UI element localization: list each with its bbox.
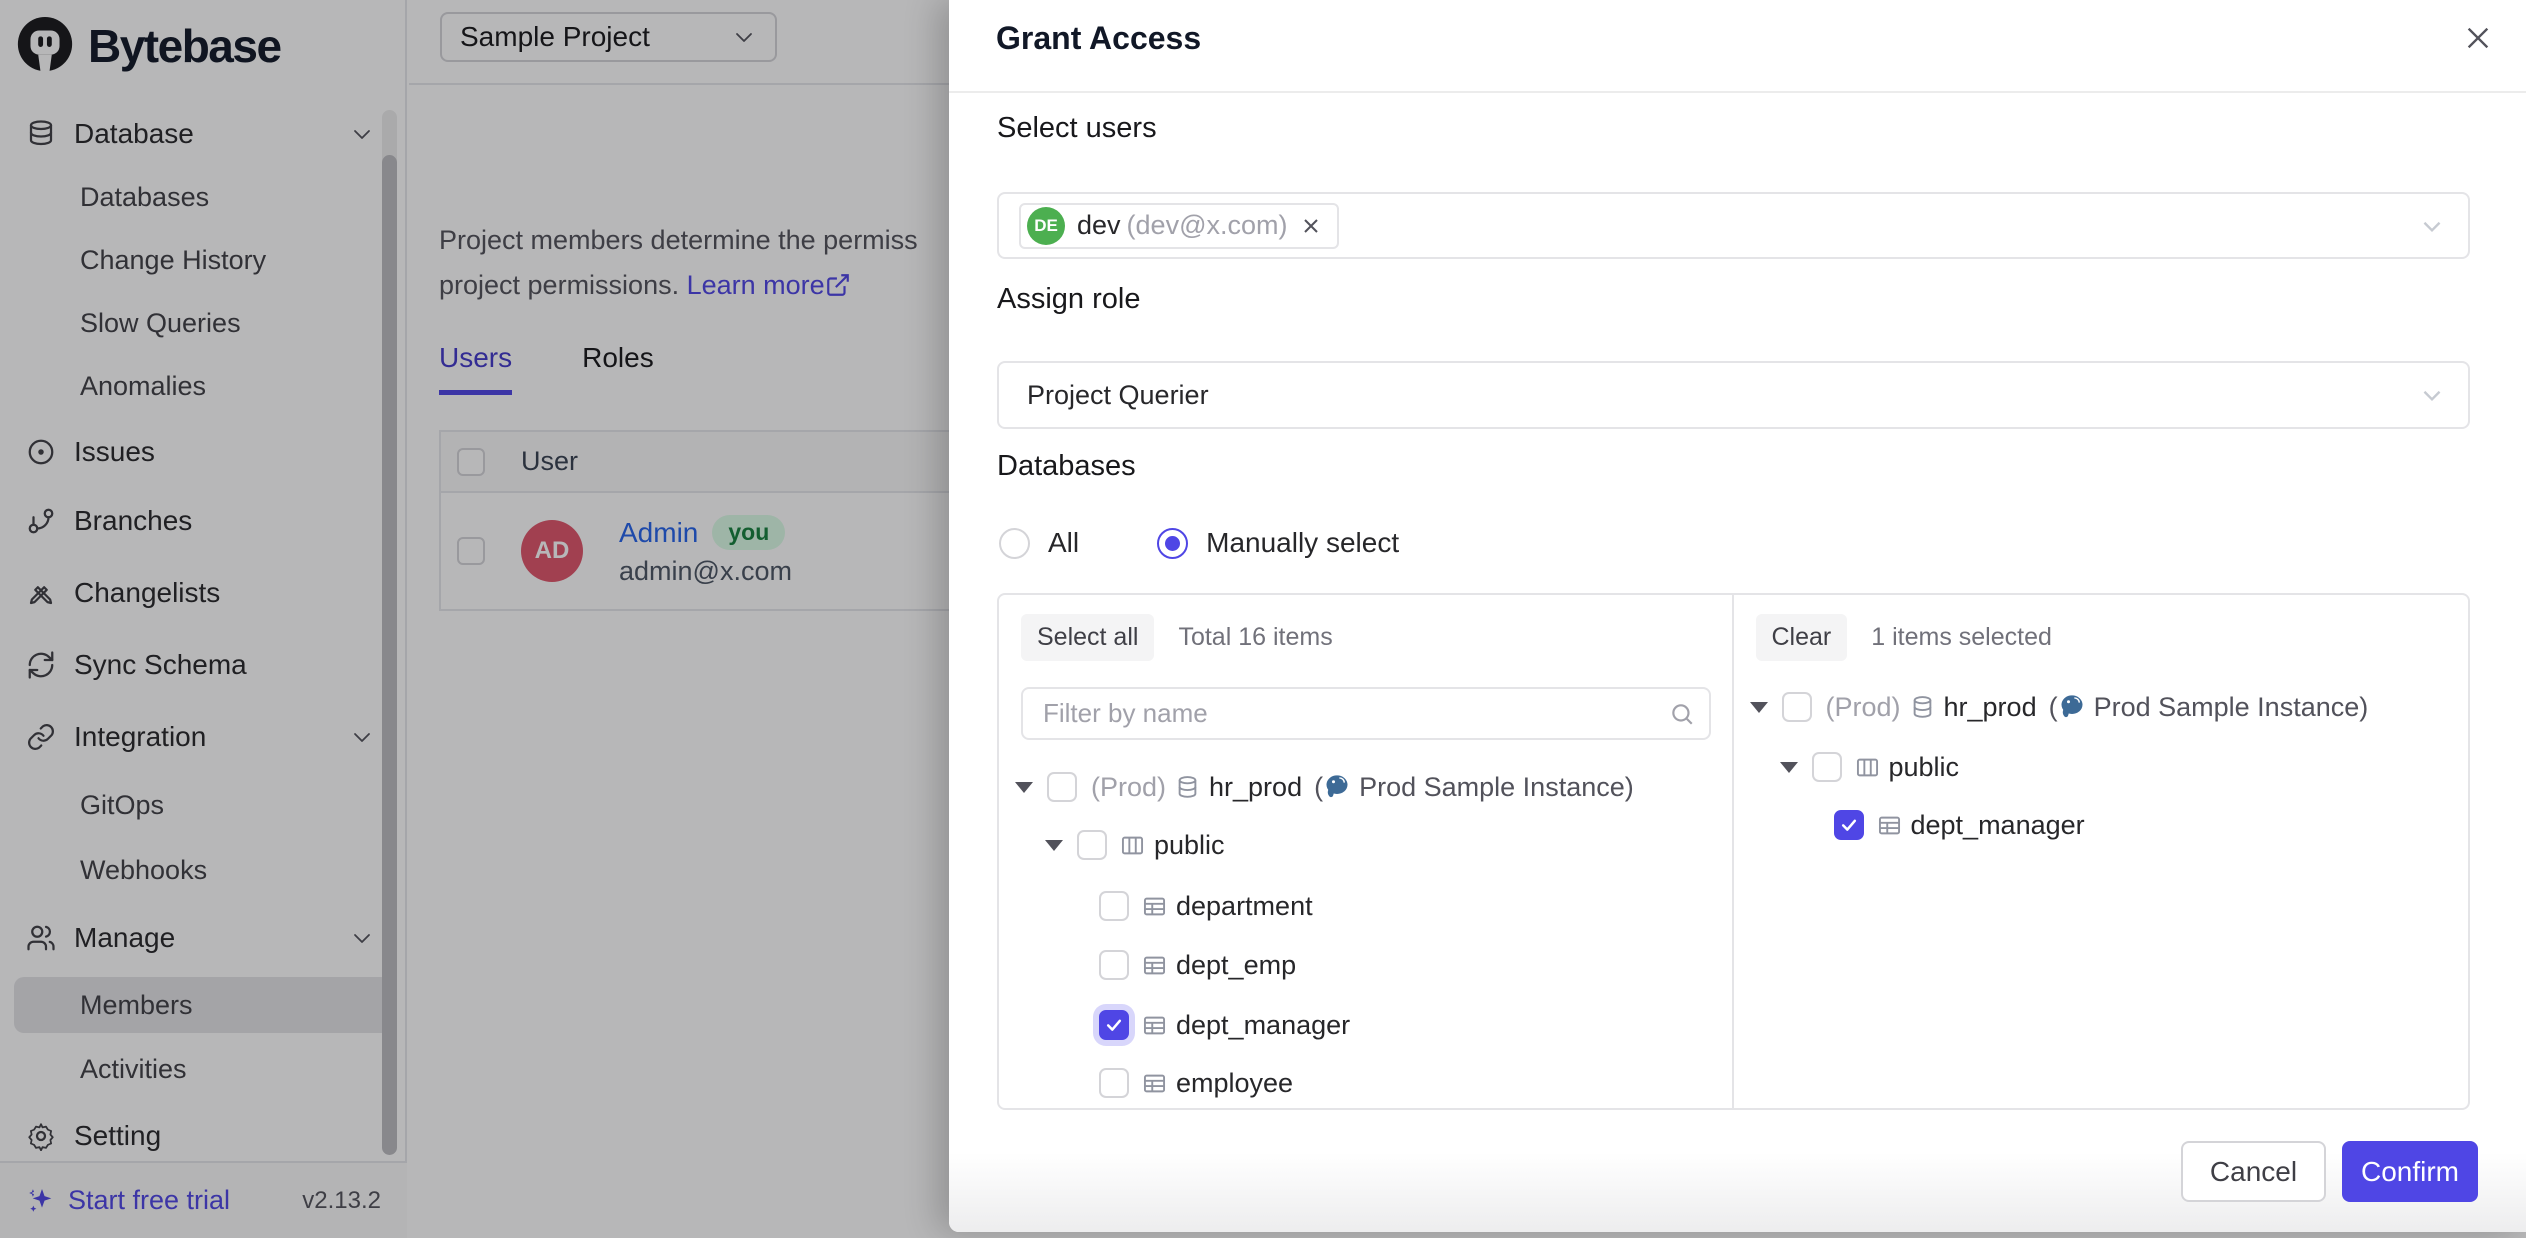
tree-checkbox[interactable] [1077,830,1107,860]
role-select[interactable]: Project Querier [997,361,2470,429]
table-name: employee [1176,1068,1293,1099]
instance-label: Prod Sample Instance) [2094,692,2369,723]
database-scope-radios: All Manually select [999,527,1399,559]
tree-checkbox[interactable] [1099,891,1129,921]
instance-label: Prod Sample Instance) [1359,772,1634,803]
confirm-button[interactable]: Confirm [2342,1141,2478,1202]
selected-panel: Clear 1 items selected (Prod) hr_prod ( … [1734,595,2469,1108]
database-icon [1909,694,1936,721]
users-multiselect[interactable]: DE dev (dev@x.com) [997,192,2470,259]
filter-input-wrap [1021,687,1711,740]
database-icon [1174,774,1201,801]
tree-row-public[interactable]: public [1780,739,1960,795]
table-icon [1141,1070,1168,1097]
tree-row-employee[interactable]: employee [1099,1055,1293,1110]
tree-checkbox-checked[interactable] [1099,1010,1129,1040]
total-items-text: Total 16 items [1178,623,1332,652]
chip-user-name: dev [1077,210,1121,241]
select-all-button[interactable]: Select all [1021,614,1154,661]
tree-row-hr-prod[interactable]: (Prod) hr_prod ( Prod Sample Instance) [1750,679,2369,735]
tree-checkbox[interactable] [1047,772,1077,802]
radio-manual-label: Manually select [1206,527,1399,559]
radio-all[interactable] [999,528,1030,559]
check-icon [1104,1015,1124,1035]
filter-input[interactable] [1023,689,1709,738]
caret-down-icon[interactable] [1780,762,1798,773]
selected-count-text: 1 items selected [1871,623,2052,652]
database-name: hr_prod [1209,772,1302,803]
tree-checkbox[interactable] [1099,1068,1129,1098]
table-icon [1141,1012,1168,1039]
chip-user-email: (dev@x.com) [1127,210,1288,241]
chevron-down-icon [2418,212,2446,240]
remove-chip-icon[interactable] [1299,214,1323,238]
table-icon [1141,893,1168,920]
env-label: (Prod) [1826,692,1901,723]
cancel-button[interactable]: Cancel [2181,1141,2326,1202]
radio-all-label: All [1048,527,1079,559]
paren: ( [2049,692,2058,723]
tree-row-dept-manager[interactable]: dept_manager [1099,997,1350,1053]
chevron-down-icon [2418,381,2446,409]
caret-down-icon[interactable] [1045,840,1063,851]
check-icon [1839,815,1859,835]
table-name: dept_manager [1176,1010,1350,1041]
close-icon [2462,22,2494,54]
assign-role-label: Assign role [997,283,1140,316]
tree-row-public[interactable]: public [1045,817,1225,873]
tree-row-dept-emp[interactable]: dept_emp [1099,937,1296,993]
radio-manually-select[interactable] [1157,528,1188,559]
database-transfer-panel: Select all Total 16 items (Prod) hr_prod… [997,593,2470,1110]
table-icon [1141,952,1168,979]
modal-header: Grant Access [949,0,2526,93]
env-label: (Prod) [1091,772,1166,803]
schema-name: public [1154,830,1225,861]
tree-row-dept-manager[interactable]: dept_manager [1834,797,2085,853]
table-icon [1876,812,1903,839]
source-panel: Select all Total 16 items (Prod) hr_prod… [999,595,1734,1108]
postgres-icon [1323,773,1351,801]
close-button[interactable] [2458,18,2498,58]
app-root: Bytebase Database Databases Change Histo… [0,0,2526,1238]
tree-checkbox[interactable] [1782,692,1812,722]
search-icon [1669,701,1695,727]
tree-row-hr-prod[interactable]: (Prod) hr_prod ( Prod Sample Instance) [1015,759,1634,815]
databases-label: Databases [997,450,1136,483]
tree-row-department[interactable]: department [1099,878,1313,934]
tree-checkbox[interactable] [1812,752,1842,782]
role-value: Project Querier [1027,380,1209,411]
database-name: hr_prod [1944,692,2037,723]
tree-checkbox[interactable] [1099,950,1129,980]
select-users-label: Select users [997,112,1157,145]
table-name: dept_emp [1176,950,1296,981]
grant-access-modal: Grant Access Select users DE dev (dev@x.… [949,0,2526,1232]
schema-name: public [1889,752,1960,783]
table-name: dept_manager [1911,810,2085,841]
modal-title: Grant Access [996,20,1201,57]
caret-down-icon[interactable] [1750,702,1768,713]
paren: ( [1314,772,1323,803]
postgres-icon [2058,693,2086,721]
caret-down-icon[interactable] [1015,782,1033,793]
user-chip-dev: DE dev (dev@x.com) [1019,203,1339,249]
tree-checkbox-checked[interactable] [1834,810,1864,840]
table-name: department [1176,891,1313,922]
schema-icon [1854,754,1881,781]
schema-icon [1119,832,1146,859]
clear-button[interactable]: Clear [1756,614,1848,661]
avatar: DE [1027,207,1065,245]
